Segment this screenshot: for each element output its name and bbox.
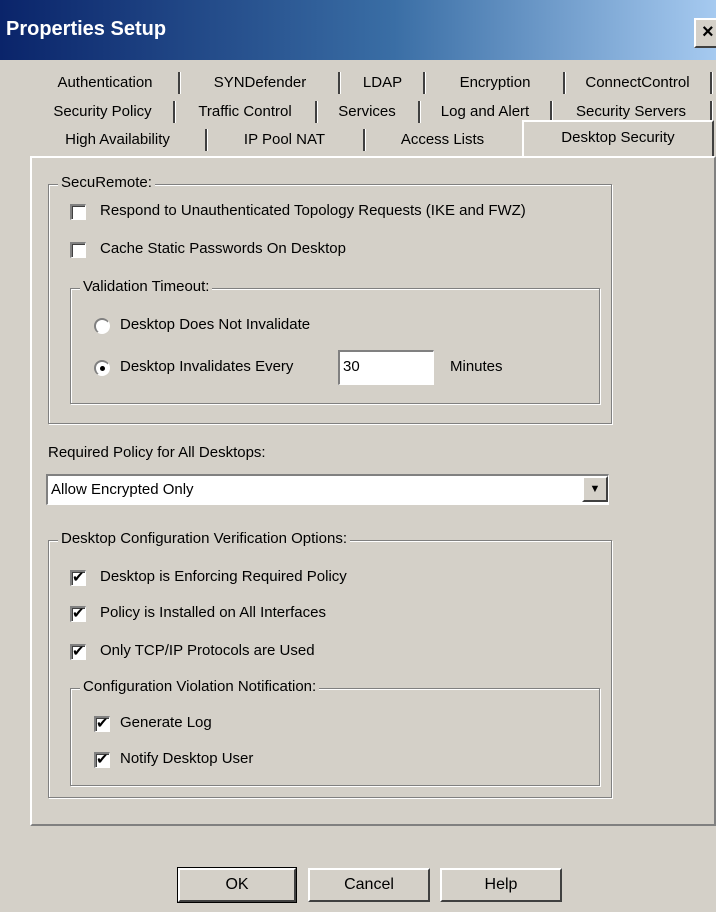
installed-all-interfaces-label: Policy is Installed on All Interfaces [100, 604, 326, 621]
notify-user-label: Notify Desktop User [120, 750, 254, 767]
respond-unauth-checkbox[interactable] [70, 204, 86, 220]
tab-strip: Authentication SYNDefender LDAP Encrypti… [30, 66, 716, 158]
title-bar[interactable]: Properties Setup × [0, 0, 716, 60]
invalidates-every-radio[interactable] [94, 360, 110, 376]
generate-log-checkbox[interactable]: ✔ [94, 715, 110, 732]
close-icon: × [702, 21, 714, 43]
minutes-label: Minutes [450, 358, 503, 375]
tab-separator [710, 72, 713, 94]
required-policy-select[interactable]: Allow Encrypted Only ▼ [46, 474, 609, 505]
tab-high-availability[interactable]: High Availability [30, 128, 205, 152]
cache-passwords-label: Cache Static Passwords On Desktop [100, 240, 346, 257]
respond-unauth-label: Respond to Unauthenticated Topology Requ… [100, 202, 526, 219]
tab-traffic-control[interactable]: Traffic Control [175, 100, 315, 124]
tab-desktop-security[interactable]: Desktop Security [522, 120, 714, 158]
tab-ldap[interactable]: LDAP [340, 71, 425, 95]
notify-user-checkbox[interactable]: ✔ [94, 751, 110, 768]
violation-notification-legend: Configuration Violation Notification: [80, 678, 320, 695]
check-icon: ✔ [72, 605, 85, 622]
tab-authentication[interactable]: Authentication [30, 71, 180, 95]
generate-log-label: Generate Log [120, 714, 212, 731]
securemote-legend: SecuRemote: [58, 174, 155, 191]
tab-services[interactable]: Services [317, 100, 417, 124]
check-icon: ✔ [96, 715, 109, 732]
invalidate-minutes-input[interactable]: 30 [338, 350, 434, 385]
window-title: Properties Setup [6, 18, 167, 40]
required-policy-label: Required Policy for All Desktops: [48, 444, 266, 461]
validation-timeout-legend: Validation Timeout: [80, 278, 213, 295]
tab-security-policy[interactable]: Security Policy [30, 100, 175, 124]
tab-connectcontrol[interactable]: ConnectControl [565, 71, 710, 95]
properties-setup-dialog: Properties Setup × Authentication SYNDef… [0, 0, 716, 912]
desktop-security-panel: SecuRemote: Respond to Unauthenticated T… [30, 156, 716, 826]
validation-timeout-group [70, 288, 600, 404]
installed-all-interfaces-checkbox[interactable]: ✔ [70, 605, 86, 622]
close-button[interactable]: × [694, 18, 716, 48]
violation-notification-group [70, 688, 600, 786]
chevron-down-icon[interactable]: ▼ [582, 476, 608, 502]
radio-selected-dot [100, 366, 105, 371]
check-icon: ✔ [96, 751, 109, 768]
invalidates-every-label: Desktop Invalidates Every [120, 358, 294, 375]
check-icon: ✔ [72, 569, 85, 586]
tab-desktop-security-label: Desktop Security [561, 129, 675, 146]
tab-access-lists[interactable]: Access Lists [365, 128, 520, 152]
ok-button[interactable]: OK [177, 867, 297, 903]
no-invalidate-label: Desktop Does Not Invalidate [120, 316, 311, 333]
required-policy-value: Allow Encrypted Only [51, 481, 194, 498]
only-tcpip-checkbox[interactable]: ✔ [70, 643, 86, 660]
tab-syndefender[interactable]: SYNDefender [180, 71, 340, 95]
no-invalidate-radio[interactable] [94, 318, 110, 334]
enforcing-policy-checkbox[interactable]: ✔ [70, 569, 86, 586]
enforcing-policy-label: Desktop is Enforcing Required Policy [100, 568, 347, 585]
cache-passwords-checkbox[interactable] [70, 242, 86, 258]
check-icon: ✔ [72, 643, 85, 660]
help-button[interactable]: Help [440, 868, 562, 902]
tab-ip-pool-nat[interactable]: IP Pool NAT [207, 128, 362, 152]
only-tcpip-label: Only TCP/IP Protocols are Used [100, 642, 315, 659]
cancel-button[interactable]: Cancel [308, 868, 430, 902]
verification-options-legend: Desktop Configuration Verification Optio… [58, 530, 350, 547]
tab-encryption[interactable]: Encryption [425, 71, 565, 95]
